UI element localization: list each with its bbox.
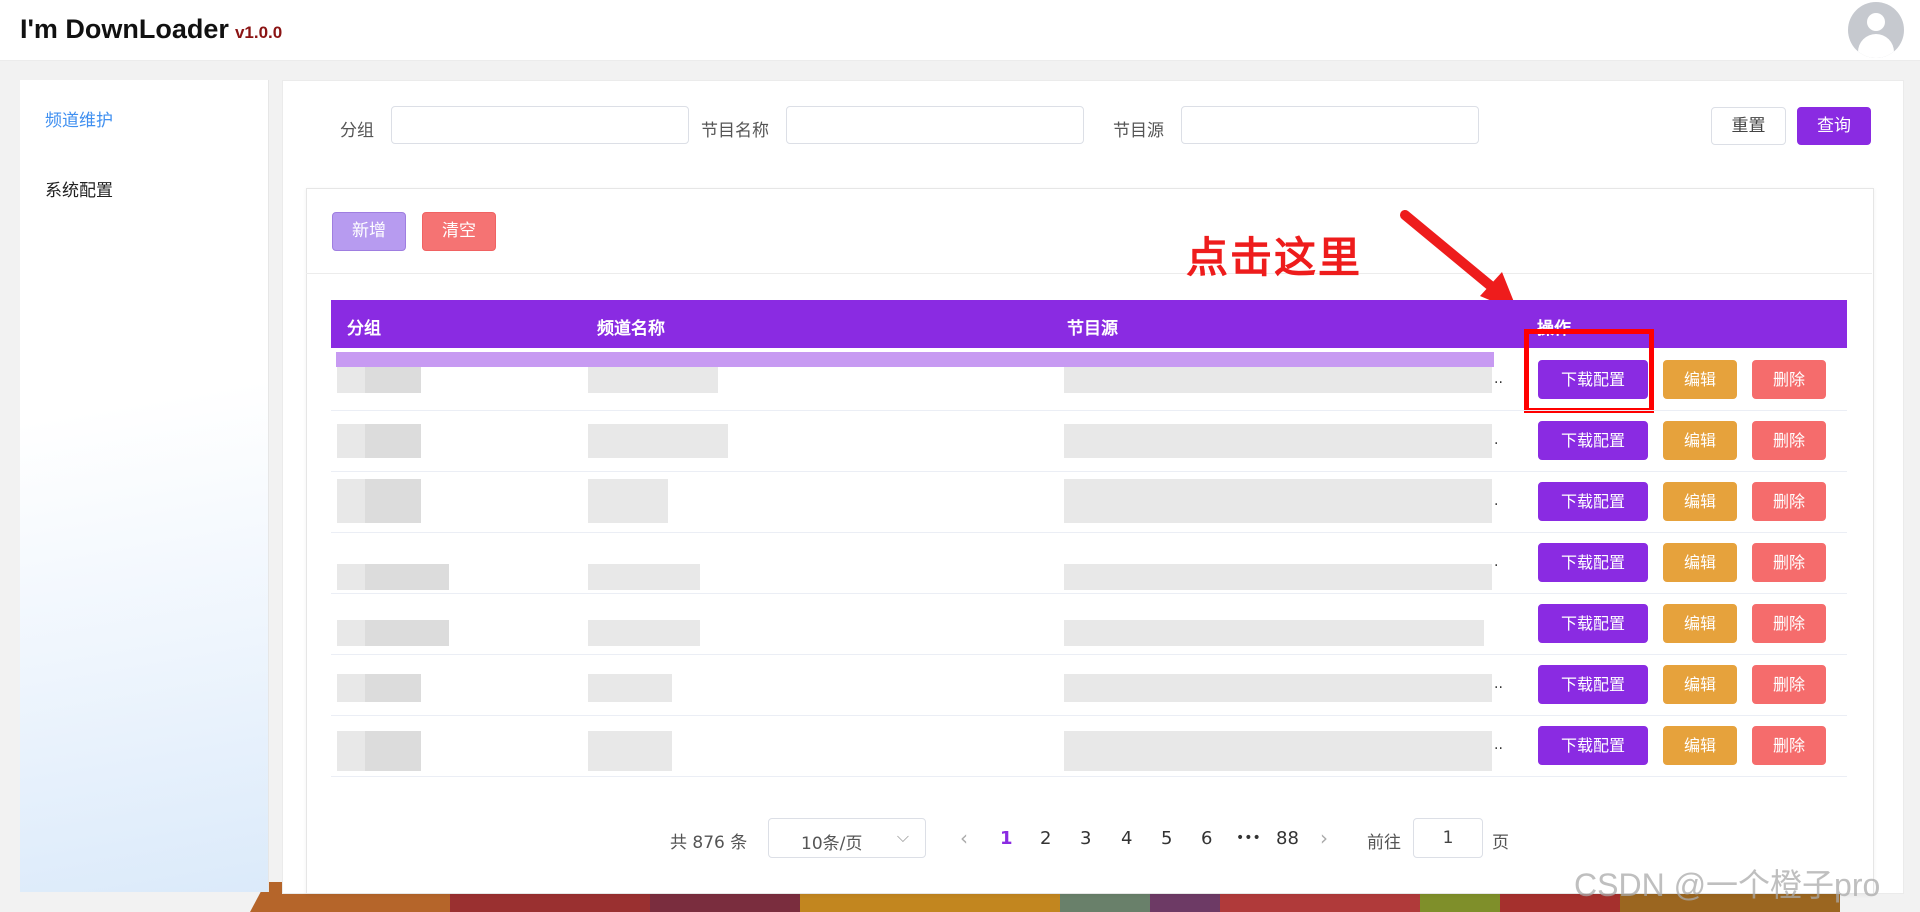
blurred-cell — [588, 424, 728, 458]
page-1[interactable]: 1 — [1000, 828, 1013, 849]
program-source-label: 节目源 — [1113, 121, 1164, 141]
table-row: .. 下载配置 编辑 删除 — [331, 715, 1847, 777]
edit-button[interactable]: 编辑 — [1663, 360, 1737, 399]
chevron-down-icon: ⌵ — [896, 827, 909, 846]
toolbar-divider — [306, 273, 1872, 274]
edit-button[interactable]: 编辑 — [1663, 482, 1737, 521]
program-name-label: 节目名称 — [701, 121, 769, 141]
edit-button[interactable]: 编辑 — [1663, 726, 1737, 765]
source-ellipsis: . — [1494, 554, 1499, 570]
program-name-input[interactable] — [786, 106, 1084, 144]
page-unit-label: 页 — [1492, 833, 1509, 853]
blurred-cell — [1064, 367, 1492, 393]
page-2[interactable]: 2 — [1040, 828, 1051, 849]
table-row: . 下载配置 编辑 删除 — [331, 471, 1847, 533]
download-config-button[interactable]: 下载配置 — [1538, 360, 1648, 399]
page-6[interactable]: 6 — [1201, 828, 1212, 849]
reset-button[interactable]: 重置 — [1711, 107, 1786, 145]
group-label: 分组 — [340, 121, 374, 141]
source-ellipsis: . — [1494, 432, 1499, 448]
blurred-cell — [365, 479, 421, 523]
page-4[interactable]: 4 — [1121, 828, 1132, 849]
column-header-channel: 频道名称 — [597, 319, 665, 339]
query-button[interactable]: 查询 — [1797, 107, 1871, 145]
table-row: . 下载配置 编辑 删除 — [331, 410, 1847, 472]
delete-button[interactable]: 删除 — [1752, 726, 1826, 765]
app-title: I'm DownLoader v1.0.0 — [20, 14, 282, 45]
page-size-value: 10条/页 — [801, 834, 863, 854]
prev-page-icon[interactable]: ‹ — [960, 826, 968, 850]
app-version: v1.0.0 — [234, 23, 283, 42]
blurred-cell — [365, 424, 421, 458]
blurred-cell — [1064, 620, 1484, 646]
download-config-button[interactable]: 下载配置 — [1538, 482, 1648, 521]
blurred-cell — [588, 620, 700, 646]
blurred-cell — [1064, 424, 1492, 458]
blurred-cell — [365, 620, 449, 646]
blurred-cell — [588, 564, 700, 590]
download-config-button[interactable]: 下载配置 — [1538, 543, 1648, 582]
delete-button[interactable]: 删除 — [1752, 482, 1826, 521]
download-config-button[interactable]: 下载配置 — [1538, 665, 1648, 704]
sidebar-item-channel[interactable]: 频道维护 — [45, 106, 113, 131]
delete-button[interactable]: 删除 — [1752, 604, 1826, 643]
app-name: I'm DownLoader — [20, 14, 229, 44]
source-ellipsis: .. — [1494, 737, 1503, 753]
source-ellipsis: .. — [1494, 676, 1503, 692]
table-row: 下载配置 编辑 删除 — [331, 593, 1847, 655]
column-header-source: 节目源 — [1067, 319, 1118, 339]
goto-page-input[interactable] — [1413, 818, 1483, 858]
total-count: 共 876 条 — [670, 833, 748, 853]
delete-button[interactable]: 删除 — [1752, 665, 1826, 704]
blurred-cell — [365, 674, 421, 702]
delete-button[interactable]: 删除 — [1752, 360, 1826, 399]
edit-button[interactable]: 编辑 — [1663, 543, 1737, 582]
add-button[interactable]: 新增 — [332, 212, 406, 251]
group-input[interactable] — [391, 106, 689, 144]
download-config-button[interactable]: 下载配置 — [1538, 726, 1648, 765]
blurred-cell — [365, 367, 421, 393]
edit-button[interactable]: 编辑 — [1663, 421, 1737, 460]
more-pages-icon[interactable]: ••• — [1236, 830, 1261, 846]
source-ellipsis: . — [1494, 493, 1499, 509]
watermark: CSDN @一个橙子pro — [1574, 867, 1881, 903]
page-3[interactable]: 3 — [1080, 828, 1091, 849]
table-row: . 下载配置 编辑 删除 — [331, 532, 1847, 594]
blurred-cell — [1064, 564, 1492, 590]
source-ellipsis: .. — [1494, 371, 1503, 387]
program-source-input[interactable] — [1181, 106, 1479, 144]
next-page-icon[interactable]: › — [1320, 826, 1328, 850]
blurred-cell — [588, 479, 668, 523]
clear-button[interactable]: 清空 — [422, 212, 496, 251]
page-5[interactable]: 5 — [1161, 828, 1172, 849]
blurred-cell — [588, 674, 672, 702]
blurred-cell — [365, 731, 421, 771]
blurred-cell — [1064, 479, 1492, 523]
sidebar: 频道维护 系统配置 — [20, 80, 269, 892]
goto-label: 前往 — [1367, 833, 1401, 853]
page-88[interactable]: 88 — [1276, 828, 1299, 849]
delete-button[interactable]: 删除 — [1752, 543, 1826, 582]
page-size-select[interactable]: 10条/页 ⌵ — [768, 818, 926, 858]
delete-button[interactable]: 删除 — [1752, 421, 1826, 460]
sidebar-item-system-config[interactable]: 系统配置 — [45, 176, 113, 201]
edit-button[interactable]: 编辑 — [1663, 665, 1737, 704]
download-config-button[interactable]: 下载配置 — [1538, 604, 1648, 643]
table-row: .. 下载配置 编辑 删除 — [331, 654, 1847, 716]
edit-button[interactable]: 编辑 — [1663, 604, 1737, 643]
download-config-button[interactable]: 下载配置 — [1538, 421, 1648, 460]
blurred-cell — [588, 367, 718, 393]
user-icon — [1867, 13, 1885, 31]
annotation-text: 点击这里 — [1186, 233, 1363, 282]
blurred-cell — [1064, 731, 1492, 771]
avatar[interactable] — [1848, 2, 1904, 58]
table-row: .. 下载配置 编辑 删除 — [331, 349, 1847, 411]
blurred-cell — [588, 731, 672, 771]
blurred-cell — [365, 564, 449, 590]
column-header-group: 分组 — [347, 319, 381, 339]
app-header: I'm DownLoader v1.0.0 — [0, 0, 1920, 61]
blurred-cell — [1064, 674, 1492, 702]
